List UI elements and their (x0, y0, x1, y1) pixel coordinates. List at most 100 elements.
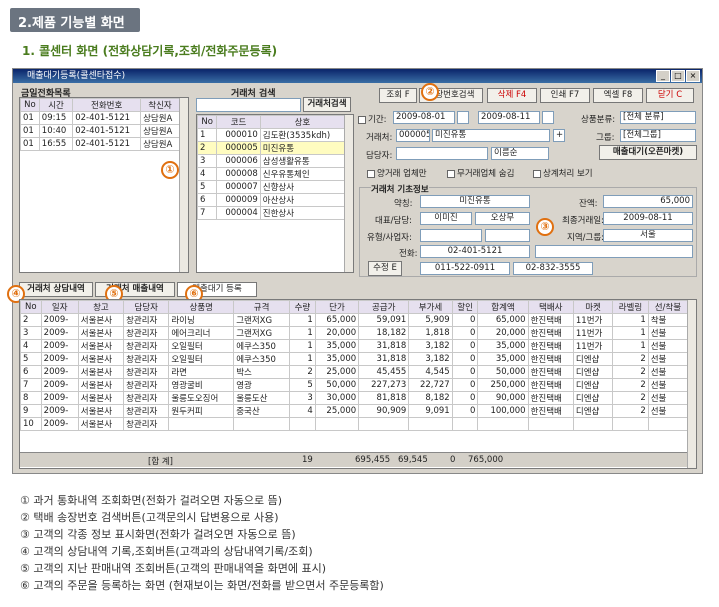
table-cell: 착불 (647, 313, 689, 327)
table-cell: 01 (20, 137, 40, 151)
table-cell: 227,273 (358, 378, 410, 392)
table-row[interactable]: 10 2009- 서울본사 창관리자 (20, 417, 689, 431)
col-header[interactable]: 선/착불 (647, 300, 689, 314)
table-row[interactable]: 6 000009 아산상사 (196, 193, 346, 207)
table-row[interactable]: 2 000005 미진유통 (196, 141, 346, 155)
col-header[interactable]: No (20, 300, 42, 314)
table-cell: 2 (196, 141, 218, 155)
table-cell: 20,000 (314, 326, 360, 340)
col-header[interactable]: 상호 (259, 115, 346, 129)
table-cell: 50,000 (477, 365, 529, 379)
table-cell: 신우유통체인 (259, 167, 346, 181)
table-cell: 한진택배 (527, 404, 574, 418)
add-icon[interactable]: + (553, 129, 565, 142)
maximize-icon[interactable]: □ (671, 70, 685, 82)
excel-button[interactable]: 엑셀 F8 (593, 88, 643, 103)
period-checkbox[interactable]: 기간: (358, 113, 387, 125)
tab-consult-history[interactable]: 거래처 상담내역 (19, 282, 93, 297)
col-header[interactable]: 착신자 (140, 98, 180, 112)
table-row[interactable]: 8 2009- 서울본사 창관리자 울릉도오징어 울릉도산 3 30,000 81,818 8,1… (20, 391, 689, 405)
table-cell: 서울본사 (77, 391, 125, 405)
col-header[interactable]: No (196, 115, 218, 129)
table-row[interactable]: 6 2009- 서울본사 창관리자 라면 박스 2 25,000 45,455 4,545 0 50,… (20, 365, 689, 379)
col-header[interactable]: 수량 (289, 300, 316, 314)
close-icon[interactable]: × (686, 70, 700, 82)
client-name-field[interactable]: 미진유통 (432, 129, 550, 142)
close-button[interactable]: 닫기 C (646, 88, 694, 103)
table-cell: 11번가 (572, 326, 614, 340)
col-header[interactable]: 규격 (233, 300, 290, 314)
table-row[interactable]: 01 16:55 02-401-5121 상담원A (20, 137, 180, 151)
table-row[interactable]: 5 2009- 서울본사 창관리자 오일필터 에쿠스350 1 35,000 31,818 3,1… (20, 352, 689, 366)
col-header[interactable]: 단가 (314, 300, 360, 314)
calendar-icon[interactable] (457, 111, 469, 124)
col-header[interactable]: 시간 (38, 98, 74, 112)
calls-scrollbar[interactable] (179, 98, 188, 272)
sales-wait-button[interactable]: 매출대기(오픈마켓) (599, 145, 697, 160)
table-row[interactable]: 4 2009- 서울본사 창관리자 오일필터 에쿠스350 1 35,000 31,818 3,1… (20, 339, 689, 353)
table-cell: 2 (20, 313, 42, 327)
client-code-field[interactable]: 000005 (396, 129, 430, 142)
calendar-icon[interactable] (542, 111, 554, 124)
group-select[interactable]: [전체그룹] (620, 129, 696, 142)
col-header[interactable]: 할인 (451, 300, 479, 314)
table-cell: 창관리자 (123, 326, 170, 340)
table-row[interactable]: 7 2009- 서울본사 창관리자 영광굴비 영광 5 50,000 227,273 22,727… (20, 378, 689, 392)
table-cell: 그랜저XG (233, 326, 290, 340)
table-row[interactable]: 2 2009- 서울본사 창관리자 라이닝 그랜저XG 1 65,000 59,091 5,909… (20, 313, 689, 327)
table-row[interactable]: 1 000010 김도환(3535kdh) (196, 128, 346, 142)
col-header[interactable]: 상품명 (168, 300, 235, 314)
table-cell: 35,000 (314, 339, 360, 353)
chk-hide-inactive[interactable]: 무거래업체 숨김 (447, 167, 514, 179)
col-header[interactable]: 마켓 (572, 300, 614, 314)
table-cell: 아산상사 (259, 193, 346, 207)
category-select[interactable]: [전체 분류] (620, 111, 696, 124)
table-row[interactable]: 5 000007 신향상사 (196, 180, 346, 194)
search-scrollbar[interactable] (344, 115, 353, 272)
grid-scrollbar[interactable] (687, 300, 696, 468)
col-header[interactable]: 창고 (77, 300, 125, 314)
col-header[interactable]: 공급가 (358, 300, 410, 314)
col-header[interactable]: 일자 (40, 300, 79, 314)
minimize-icon[interactable]: _ (656, 70, 670, 82)
table-cell: 에쿠스350 (233, 352, 290, 366)
region-label: 지역/그룹: (567, 233, 605, 243)
client-search-button[interactable]: 거래처검색 (303, 97, 351, 112)
col-header[interactable]: No (20, 98, 40, 112)
delete-button[interactable]: 삭제 F4 (487, 88, 537, 103)
table-row[interactable]: 4 000008 신우유통체인 (196, 167, 346, 181)
table-row[interactable]: 7 000004 진한상사 (196, 206, 346, 220)
type-field (420, 229, 482, 242)
print-button[interactable]: 인쇄 F7 (540, 88, 590, 103)
col-header[interactable]: 택배사 (527, 300, 574, 314)
table-cell: 50,000 (314, 378, 360, 392)
table-cell: 선불 (647, 352, 689, 366)
table-cell: 영광굴비 (168, 378, 235, 392)
edit-button[interactable]: 수정 E (368, 261, 402, 276)
table-cell: 한진택배 (527, 378, 574, 392)
table-row[interactable]: 01 10:40 02-401-5121 상담원A (20, 124, 180, 138)
date-from-field[interactable]: 2009-08-01 (393, 111, 455, 124)
table-row[interactable]: 01 09:15 02-401-5121 상담원A (20, 111, 180, 125)
note-1: ① 과거 통화내역 조회화면(전화가 걸려오면 자동으로 뜸) (20, 494, 283, 507)
chk-offset-view[interactable]: 상계처리 보기 (533, 167, 593, 179)
col-header[interactable]: 부가세 (408, 300, 453, 314)
table-row[interactable]: 3 2009- 서울본사 창관리자 에어크리너 그랜저XG 1 20,000 18,182 1,8… (20, 326, 689, 340)
col-header[interactable]: 합계액 (477, 300, 529, 314)
note-6: ⑥ 고객의 주문을 등록하는 화면 (현재보이는 화면/전화를 받으면서 주문등… (20, 579, 384, 592)
chk-active-only[interactable]: 양거래 업체만 (367, 167, 427, 179)
table-row[interactable]: 9 2009- 서울본사 창관리자 원두커피 중국산 4 25,000 90,909 9,091 0… (20, 404, 689, 418)
sort-select[interactable]: 이름순 (491, 147, 549, 160)
date-to-field[interactable]: 2009-08-11 (478, 111, 540, 124)
manager-field[interactable] (396, 147, 488, 160)
search-button[interactable]: 조회 F (379, 88, 417, 103)
table-cell: 09:15 (38, 111, 74, 125)
search-input[interactable] (196, 98, 301, 112)
col-header[interactable]: 전화번호 (72, 98, 142, 112)
table-cell: 한진택배 (527, 326, 574, 340)
col-header[interactable]: 담당자 (123, 300, 170, 314)
col-header[interactable]: 라벨링 (612, 300, 649, 314)
col-header[interactable]: 코드 (216, 115, 261, 129)
table-cell: 30,000 (314, 391, 360, 405)
table-row[interactable]: 3 000006 삼성생활유통 (196, 154, 346, 168)
